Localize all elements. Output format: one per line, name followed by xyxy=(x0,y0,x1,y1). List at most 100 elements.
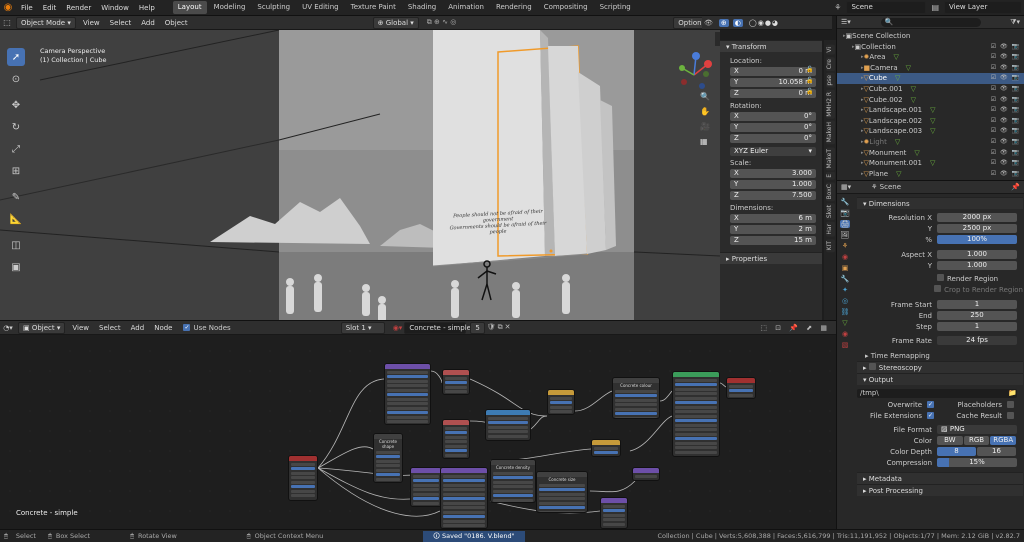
menu-help[interactable]: Help xyxy=(134,0,160,16)
viewport-menu-select[interactable]: Select xyxy=(105,16,137,31)
node-header[interactable] xyxy=(601,498,627,503)
scale-x-field[interactable]: X 3.000 xyxy=(730,168,816,178)
stereoscopy-panel-header[interactable]: ▸ Stereoscopy xyxy=(857,361,1023,373)
outliner-item[interactable]: ▸ ▽ Monument.001 ▽ ☑ 👁 📷 xyxy=(837,158,1024,169)
tab-compositing[interactable]: Compositing xyxy=(539,1,593,14)
material-icon[interactable]: ◉▾ xyxy=(393,324,403,332)
tab-modeling[interactable]: Modeling xyxy=(209,1,251,14)
node-header[interactable] xyxy=(289,456,317,461)
visibility-icons[interactable]: ☑ 👁 📷 xyxy=(991,42,1024,53)
filter-icon[interactable]: ⧩▾ xyxy=(1010,18,1020,27)
frame-rate-selector[interactable]: 24 fps xyxy=(937,336,1017,345)
dimension-x-field[interactable]: X 6 m xyxy=(730,213,816,223)
overlay-toggle-icon[interactable]: ◐ xyxy=(732,18,743,27)
viewport-menu-object[interactable]: Object xyxy=(160,16,193,31)
npanel-tab-1[interactable]: Cre xyxy=(825,56,835,71)
tab-uv-editing[interactable]: UV Editing xyxy=(297,1,344,14)
view-layer-selector[interactable]: View Layer xyxy=(944,1,1022,14)
node-menu-view[interactable]: View xyxy=(67,321,94,336)
material-name-field[interactable]: Concrete - simple xyxy=(404,321,471,334)
tab-animation[interactable]: Animation xyxy=(443,1,489,14)
move-tool-icon[interactable]: ✥ xyxy=(7,96,25,114)
visibility-icons[interactable]: ☑ 👁 📷 xyxy=(991,52,1024,63)
node-menu-add[interactable]: Add xyxy=(126,321,150,336)
node-header[interactable] xyxy=(443,420,469,425)
lock-icon[interactable]: 🔓 xyxy=(806,86,818,97)
visibility-icon[interactable]: 👁 xyxy=(704,19,713,27)
node-header[interactable] xyxy=(673,372,719,377)
overwrite-checkbox[interactable]: ✓ xyxy=(927,401,934,408)
tab-rendering[interactable]: Rendering xyxy=(491,1,537,14)
outliner-item[interactable]: ▸ ▽ Cube ▽ ☑ 👁 📷 xyxy=(837,73,1024,84)
menu-edit[interactable]: Edit xyxy=(38,0,62,16)
rotation-z-field[interactable]: Z 0° xyxy=(730,133,816,143)
properties-type-icon[interactable]: ▦▾ xyxy=(841,183,851,191)
tab-sculpting[interactable]: Sculpting xyxy=(252,1,295,14)
slot-selector[interactable]: Slot 1 ▾ xyxy=(340,321,385,334)
npanel-tab-5[interactable]: MakeT xyxy=(825,146,835,171)
dimensions-panel-header[interactable]: ▾ Dimensions xyxy=(857,197,1023,209)
node-editor[interactable]: Concrete shape Concrete colour Concrete de… xyxy=(0,320,836,529)
file-format-selector[interactable]: ▨ PNG xyxy=(937,425,1017,434)
output-path-field[interactable]: /tmp\ 📁 xyxy=(857,389,1017,398)
frame-start-field[interactable]: 1 xyxy=(937,300,1017,309)
cache-result-checkbox[interactable] xyxy=(1007,412,1014,419)
npanel-tab-9[interactable]: Har xyxy=(825,222,835,237)
outliner-item[interactable]: ▸ ✹ Area ▽ ☑ 👁 📷 xyxy=(837,52,1024,63)
npanel-tab-8[interactable]: Sket xyxy=(825,203,835,221)
location-y-field[interactable]: Y 10.058 m xyxy=(730,77,816,87)
node-header[interactable] xyxy=(411,468,441,473)
pan-icon[interactable]: ✋ xyxy=(700,107,710,116)
dimension-y-field[interactable]: Y 2 m xyxy=(730,224,816,234)
node-menu-node[interactable]: Node xyxy=(149,321,177,336)
tab-scripting[interactable]: Scripting xyxy=(595,1,636,14)
scale-y-field[interactable]: Y 1.000 xyxy=(730,179,816,189)
outliner-item[interactable]: ▸ ✹ Light ▽ ☑ 👁 📷 xyxy=(837,137,1024,148)
lock-icon[interactable]: 🔓 xyxy=(806,64,818,75)
world-tab-icon[interactable]: ◉ xyxy=(842,253,848,261)
view-layer-tab-icon[interactable]: 🖼 xyxy=(841,231,850,239)
outliner-search-input[interactable]: 🔍 xyxy=(880,17,981,27)
frame-step-field[interactable]: 1 xyxy=(937,322,1017,331)
render-region-checkbox[interactable]: Render Region xyxy=(937,274,998,283)
shader-node[interactable] xyxy=(726,377,756,399)
blender-logo-icon[interactable]: ◉ xyxy=(0,0,16,16)
shader-node[interactable] xyxy=(632,467,660,481)
npanel-tab-3[interactable]: MMH2 R xyxy=(825,89,835,119)
transform-panel-header[interactable]: ▾ Transform xyxy=(720,40,822,52)
material-actions-icons[interactable]: 🛡⧉✕ xyxy=(487,323,513,332)
resolution-y-field[interactable]: 2500 px xyxy=(937,224,1017,233)
visibility-icons[interactable]: ☑ 👁 📷 xyxy=(991,116,1024,127)
outliner-item[interactable]: ▸ ▽ Plane ▽ ☑ 👁 📷 xyxy=(837,169,1024,180)
placeholders-checkbox[interactable] xyxy=(1007,401,1014,408)
3d-viewport[interactable]: People should not be afraid of their gov… xyxy=(0,16,720,320)
render-tab-icon[interactable]: 📷 xyxy=(839,209,851,217)
shader-node[interactable] xyxy=(672,371,720,457)
shader-node[interactable] xyxy=(410,467,442,507)
color-option-rgba[interactable]: RGBA xyxy=(990,436,1017,445)
frame-end-field[interactable]: 250 xyxy=(937,311,1017,320)
shader-node[interactable] xyxy=(440,467,488,529)
npanel-tab-4[interactable]: MakeH xyxy=(825,120,835,145)
rotate-tool-icon[interactable]: ↻ xyxy=(7,118,25,136)
outliner-item[interactable]: ▸ ▽ Landscape.001 ▽ ☑ 👁 📷 xyxy=(837,105,1024,116)
transform-tool-icon[interactable]: ⊞ xyxy=(7,162,25,180)
shader-node[interactable] xyxy=(600,497,628,529)
pin-icon[interactable]: 📌 xyxy=(1011,183,1020,191)
npanel-tab-10[interactable]: KIT xyxy=(825,239,835,253)
texture-tab-icon[interactable]: ▧ xyxy=(842,341,849,349)
visibility-icons[interactable]: ☑ 👁 📷 xyxy=(991,95,1024,106)
scene-tab-icon[interactable]: ⚘ xyxy=(842,242,848,250)
shader-node[interactable]: Concrete density xyxy=(490,459,536,503)
particles-tab-icon[interactable]: ✦ xyxy=(842,286,848,294)
menu-render[interactable]: Render xyxy=(61,0,96,16)
location-z-field[interactable]: Z0 m xyxy=(730,88,816,98)
resolution-x-field[interactable]: 2000 px xyxy=(937,213,1017,222)
node-header[interactable] xyxy=(441,468,487,473)
node-editor-right-icons[interactable]: ⬚ ⊡ 📌 ⬈ ▦ xyxy=(760,324,830,332)
properties-panel-header[interactable]: ▸ Properties xyxy=(720,252,822,264)
aspect-x-field[interactable]: 1.000 xyxy=(937,250,1017,259)
shader-node[interactable] xyxy=(547,389,575,415)
aspect-y-field[interactable]: 1.000 xyxy=(937,261,1017,270)
shader-node[interactable] xyxy=(288,455,318,501)
